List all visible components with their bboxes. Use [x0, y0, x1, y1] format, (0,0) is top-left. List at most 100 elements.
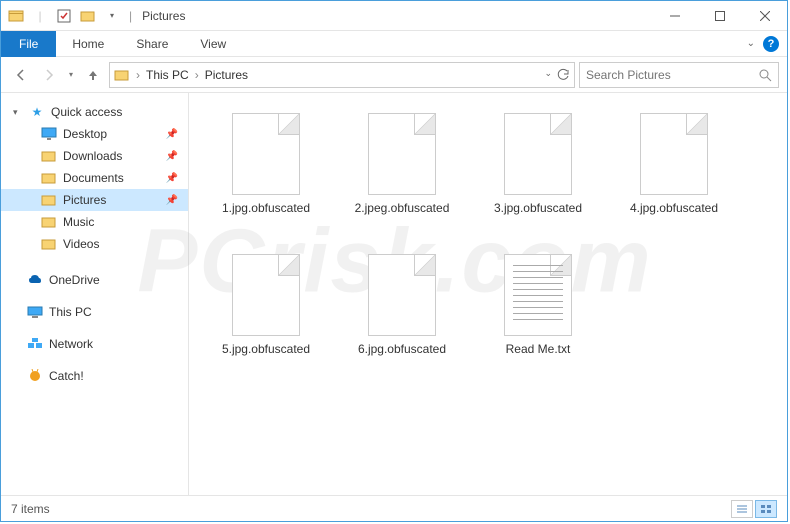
sidebar-item-label: Pictures [63, 193, 106, 207]
file-name: 1.jpg.obfuscated [222, 201, 310, 217]
qat-separator: | [29, 5, 51, 27]
breadcrumb[interactable]: Pictures [205, 68, 248, 82]
file-name: 6.jpg.obfuscated [358, 342, 446, 358]
file-item[interactable]: 4.jpg.obfuscated [609, 105, 739, 240]
sidebar-item-label: Videos [63, 237, 99, 251]
back-button[interactable] [9, 63, 33, 87]
file-icon [640, 113, 708, 195]
refresh-icon[interactable] [556, 68, 570, 82]
file-name: 4.jpg.obfuscated [630, 201, 718, 217]
file-icon [232, 254, 300, 336]
body: ▾ ★ Quick access Desktop📌Downloads📌Docum… [1, 93, 787, 495]
sidebar-item-downloads[interactable]: Downloads📌 [1, 145, 188, 167]
new-folder-icon[interactable] [77, 5, 99, 27]
sidebar-item-label: Network [49, 337, 93, 351]
forward-button[interactable] [37, 63, 61, 87]
tab-share[interactable]: Share [120, 31, 184, 57]
maximize-button[interactable] [697, 1, 742, 30]
folder-icon [41, 192, 57, 208]
network-icon [27, 336, 43, 352]
pin-icon: 📌 [166, 195, 178, 206]
tab-home[interactable]: Home [56, 31, 120, 57]
properties-icon[interactable] [53, 5, 75, 27]
cloud-icon [27, 272, 43, 288]
quick-access-toolbar: | ▾ | Pictures [1, 5, 189, 27]
file-name: 2.jpeg.obfuscated [355, 201, 450, 217]
sidebar-item-catch[interactable]: Catch! [1, 365, 188, 387]
catch-icon [27, 368, 43, 384]
sidebar-item-label: This PC [49, 305, 92, 319]
chevron-right-icon[interactable]: › [195, 68, 199, 82]
chevron-right-icon[interactable]: › [136, 68, 140, 82]
search-icon[interactable] [758, 68, 772, 82]
address-bar[interactable]: › This PC › Pictures ⌄ [109, 62, 575, 88]
sidebar-item-label: Music [63, 215, 94, 229]
file-item[interactable]: 5.jpg.obfuscated [201, 246, 331, 381]
sidebar-item-documents[interactable]: Documents 📌 [1, 167, 188, 189]
help-icon[interactable]: ? [763, 36, 779, 52]
explorer-window: | ▾ | Pictures File Home Share View ⌄ ? [0, 0, 788, 522]
tab-view[interactable]: View [184, 31, 242, 57]
item-count: 7 items [11, 502, 50, 516]
window-title: Pictures [142, 9, 185, 23]
star-icon: ★ [29, 104, 45, 120]
file-item[interactable]: 6.jpg.obfuscated [337, 246, 467, 381]
details-view-button[interactable] [731, 500, 753, 518]
sidebar-item-label: Catch! [49, 369, 84, 383]
file-icon [232, 113, 300, 195]
ribbon: File Home Share View ⌄ ? [1, 31, 787, 57]
recent-dropdown[interactable]: ▾ [65, 63, 77, 87]
titlebar: | ▾ | Pictures [1, 1, 787, 31]
folder-icon [114, 67, 130, 83]
file-name: 3.jpg.obfuscated [494, 201, 582, 217]
sidebar-item-label: Documents [63, 171, 124, 185]
file-icon [504, 254, 572, 336]
folder-icon [41, 214, 57, 230]
folder-icon [41, 236, 57, 252]
file-item[interactable]: 2.jpeg.obfuscated [337, 105, 467, 240]
minimize-button[interactable] [652, 1, 697, 30]
explorer-icon [5, 5, 27, 27]
file-item[interactable]: Read Me.txt [473, 246, 603, 381]
pc-icon [27, 304, 43, 320]
pin-icon: 📌 [166, 173, 178, 184]
sidebar-item-onedrive[interactable]: OneDrive [1, 269, 188, 291]
file-name: Read Me.txt [506, 342, 571, 358]
breadcrumb[interactable]: This PC [146, 68, 189, 82]
file-icon [368, 113, 436, 195]
navigation-bar: ▾ › This PC › Pictures ⌄ [1, 57, 787, 93]
window-controls [652, 1, 787, 30]
sidebar-item-network[interactable]: Network [1, 333, 188, 355]
status-bar: 7 items [1, 495, 787, 521]
sidebar-item-label: Quick access [51, 105, 122, 119]
pin-icon: 📌 [166, 151, 178, 162]
pin-icon: 📌 [166, 129, 178, 140]
search-box[interactable] [579, 62, 779, 88]
close-button[interactable] [742, 1, 787, 30]
icons-view-button[interactable] [755, 500, 777, 518]
up-button[interactable] [81, 63, 105, 87]
title-separator: | [129, 9, 132, 23]
search-input[interactable] [586, 68, 758, 82]
file-item[interactable]: 1.jpg.obfuscated [201, 105, 331, 240]
chevron-down-icon: ▾ [13, 107, 23, 118]
file-list[interactable]: 1.jpg.obfuscated 2.jpeg.obfuscated 3.jpg.o… [189, 93, 787, 495]
qat-dropdown[interactable]: ▾ [101, 5, 123, 27]
file-name: 5.jpg.obfuscated [222, 342, 310, 358]
sidebar-item-desktop[interactable]: Desktop 📌 [1, 123, 188, 145]
ribbon-expand-icon[interactable]: ⌄ [747, 38, 755, 49]
sidebar-item-music[interactable]: Music [1, 211, 188, 233]
sidebar-item-pictures[interactable]: Pictures 📌 [1, 189, 188, 211]
file-icon [368, 254, 436, 336]
sidebar-item-videos[interactable]: Videos [1, 233, 188, 255]
folder-icon [41, 126, 57, 142]
sidebar-item-label: Desktop [63, 127, 107, 141]
file-icon [504, 113, 572, 195]
file-tab[interactable]: File [1, 31, 56, 57]
sidebar-quick-access[interactable]: ▾ ★ Quick access [1, 101, 188, 123]
file-item[interactable]: 3.jpg.obfuscated [473, 105, 603, 240]
address-dropdown-icon[interactable]: ⌄ [544, 68, 552, 82]
sidebar-item-thispc[interactable]: This PC [1, 301, 188, 323]
folder-icon [41, 170, 57, 186]
sidebar-item-label: OneDrive [49, 273, 100, 287]
